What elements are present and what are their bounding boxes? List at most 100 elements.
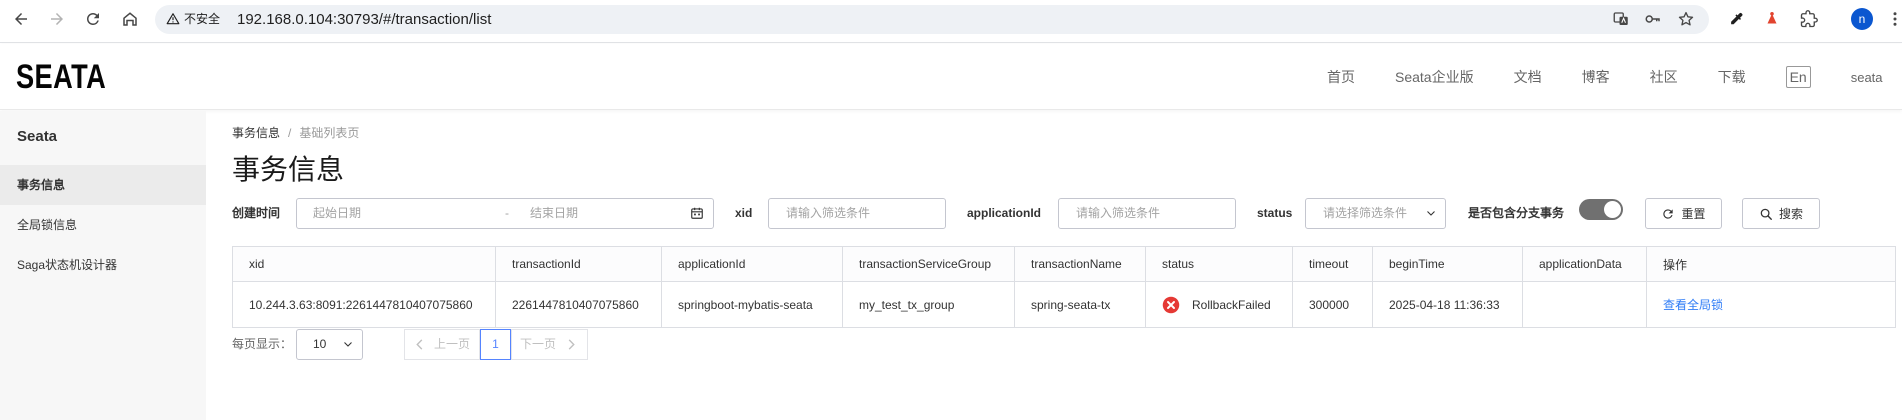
column-header-actions: 操作: [1646, 246, 1896, 282]
extension-icon[interactable]: [1763, 10, 1781, 28]
start-date-input[interactable]: 起始日期: [313, 199, 361, 228]
create-time-label: 创建时间: [232, 206, 281, 220]
table-body: 10.244.3.63:8091:2261447810407075860 226…: [232, 281, 1896, 328]
more-vert-icon[interactable]: [1890, 10, 1900, 28]
reset-label: 重置: [1681, 207, 1706, 221]
cell-application-id: springboot-mybatis-seata: [661, 281, 843, 328]
reset-button[interactable]: 重置: [1645, 198, 1722, 229]
nav-item-blog[interactable]: 博客: [1582, 67, 1610, 87]
key-icon[interactable]: [1644, 10, 1662, 28]
cell-service-group: my_test_tx_group: [842, 281, 1015, 328]
forward-icon[interactable]: [48, 10, 66, 28]
application-id-placeholder: 请输入筛选条件: [1076, 206, 1161, 220]
star-icon[interactable]: [1677, 10, 1695, 28]
home-icon[interactable]: [121, 10, 139, 28]
status-text: RollbackFailed: [1192, 297, 1271, 312]
xid-label: xid: [735, 206, 753, 220]
eyedropper-icon[interactable]: [1727, 10, 1745, 28]
status-placeholder: 请选择筛选条件: [1323, 206, 1408, 220]
application-id-input[interactable]: 请输入筛选条件: [1058, 198, 1236, 229]
site-header: SEATA 首页 Seata企业版 文档 博客 社区 下载 En seata: [0, 44, 1902, 110]
column-header-transaction-id: transactionId: [495, 246, 662, 282]
column-header-status: status: [1145, 246, 1293, 282]
end-date-input[interactable]: 结束日期: [530, 199, 578, 228]
search-label: 搜索: [1778, 207, 1803, 221]
address-bar[interactable]: 不安全 192.168.0.104:30793/#/transaction/li…: [155, 5, 1709, 34]
language-switch-button[interactable]: En: [1785, 66, 1811, 88]
page-size-select[interactable]: 10: [296, 329, 363, 360]
page-1-button[interactable]: 1: [480, 329, 511, 360]
sidebar: Seata 事务信息 全局锁信息 Saga状态机设计器: [0, 111, 206, 420]
back-icon[interactable]: [12, 10, 30, 28]
breadcrumb-separator: /: [288, 126, 292, 140]
nav-item-home[interactable]: 首页: [1327, 67, 1355, 87]
toggle-knob[interactable]: [1604, 201, 1621, 218]
prev-page-button[interactable]: 上一页: [404, 329, 480, 360]
column-header-timeout: timeout: [1292, 246, 1373, 282]
nav-item-enterprise[interactable]: Seata企业版: [1395, 67, 1474, 87]
user-label[interactable]: seata: [1851, 70, 1883, 85]
date-range-separator: -: [505, 206, 509, 220]
page-size-value: 10: [313, 337, 327, 351]
page-size-label: 每页显示：: [232, 337, 293, 351]
chevron-down-icon[interactable]: [342, 338, 354, 350]
cell-xid: 10.244.3.63:8091:2261447810407075860: [232, 281, 496, 328]
xid-placeholder: 请输入筛选条件: [786, 206, 871, 220]
status-select[interactable]: 请选择筛选条件: [1305, 198, 1446, 229]
column-header-begin-time: beginTime: [1372, 246, 1523, 282]
breadcrumb-item[interactable]: 事务信息: [232, 125, 280, 141]
search-button[interactable]: 搜索: [1742, 198, 1820, 229]
chevron-right-icon: [566, 339, 576, 350]
warning-icon[interactable]: [166, 12, 180, 26]
cell-application-data: [1522, 281, 1647, 328]
refresh-icon: [1661, 207, 1675, 221]
chevron-left-icon: [415, 339, 425, 350]
cell-begin-time: 2025-04-18 11:36:33: [1372, 281, 1523, 328]
date-range-picker[interactable]: 起始日期 - 结束日期: [296, 198, 714, 229]
breadcrumb-current: 基础列表页: [299, 126, 360, 140]
browser-toolbar: 不安全 192.168.0.104:30793/#/transaction/li…: [0, 0, 1902, 43]
prev-page-label: 上一页: [434, 337, 471, 351]
seata-logo[interactable]: SEATA: [16, 44, 106, 110]
view-global-lock-link[interactable]: 查看全局锁: [1663, 298, 1723, 312]
with-branch-label: 是否包含分支事务: [1468, 206, 1565, 220]
status-value: RollbackFailed: [1162, 296, 1292, 314]
nav-item-community[interactable]: 社区: [1650, 67, 1678, 87]
next-page-button[interactable]: 下一页: [511, 329, 588, 360]
next-page-label: 下一页: [520, 337, 557, 351]
column-header-transaction-name: transactionName: [1014, 246, 1146, 282]
page-title: 事务信息: [232, 154, 345, 185]
profile-avatar[interactable]: n: [1851, 8, 1873, 30]
application-id-label: applicationId: [967, 206, 1042, 220]
table-header-row: xid transactionId applicationId transact…: [232, 246, 1896, 282]
cell-transaction-id: 2261447810407075860: [495, 281, 662, 328]
breadcrumb: 事务信息 / 基础列表页: [232, 125, 359, 141]
column-header-application-data: applicationData: [1522, 246, 1647, 282]
url-text[interactable]: 192.168.0.104:30793/#/transaction/list: [237, 5, 491, 34]
sidebar-item-saga-designer[interactable]: Saga状态机设计器: [0, 245, 206, 285]
nav-item-docs[interactable]: 文档: [1514, 67, 1542, 87]
with-branch-toggle[interactable]: [1579, 199, 1623, 220]
table-header: xid transactionId applicationId transact…: [232, 246, 1896, 282]
sidebar-title: Seata: [17, 128, 58, 145]
calendar-icon[interactable]: [690, 206, 704, 220]
cell-transaction-name: spring-seata-tx: [1014, 281, 1146, 328]
security-label[interactable]: 不安全: [184, 5, 220, 34]
translate-icon[interactable]: [1612, 10, 1630, 28]
reload-icon[interactable]: [84, 10, 102, 28]
cell-actions: 查看全局锁: [1646, 281, 1896, 328]
column-header-xid: xid: [232, 246, 496, 282]
cell-status: RollbackFailed: [1145, 281, 1293, 328]
xid-input[interactable]: 请输入筛选条件: [768, 198, 946, 229]
error-circle-icon: [1162, 296, 1180, 314]
search-icon: [1759, 207, 1773, 221]
status-label: status: [1257, 206, 1293, 220]
nav-item-download[interactable]: 下载: [1718, 67, 1746, 87]
top-nav: 首页 Seata企业版 文档 博客 社区 下载 En seata: [1327, 44, 1883, 110]
sidebar-item-transactions[interactable]: 事务信息: [0, 165, 206, 205]
chevron-down-icon[interactable]: [1425, 207, 1437, 219]
column-header-service-group: transactionServiceGroup: [842, 246, 1015, 282]
sidebar-item-global-locks[interactable]: 全局锁信息: [0, 205, 206, 245]
puzzle-icon[interactable]: [1800, 10, 1818, 28]
transaction-table: xid transactionId applicationId transact…: [232, 246, 1896, 328]
